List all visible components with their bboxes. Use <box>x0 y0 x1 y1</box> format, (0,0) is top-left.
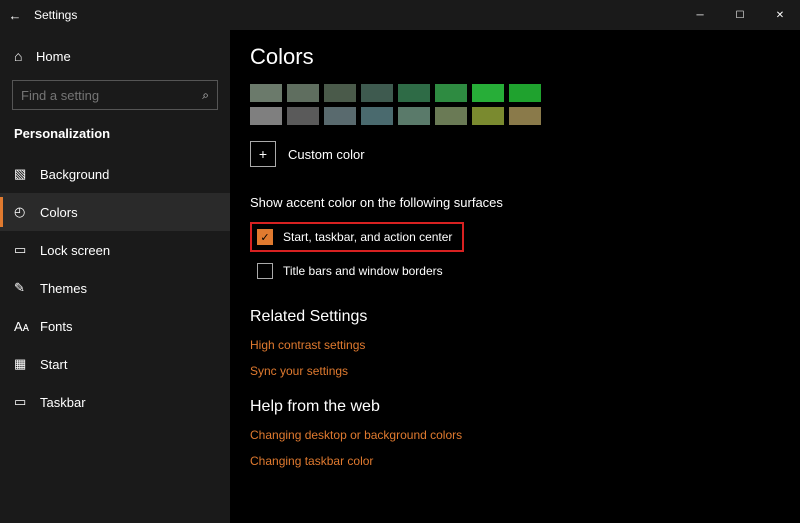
sidebar-item-label: Background <box>40 167 109 182</box>
search-icon: ⌕ <box>202 88 209 103</box>
color-swatch[interactable] <box>509 107 541 125</box>
sidebar-item-label: Colors <box>40 205 78 220</box>
close-button[interactable]: ✕ <box>760 0 800 30</box>
search-box[interactable]: ⌕ <box>12 80 218 110</box>
sidebar-item-themes[interactable]: ✎ Themes <box>0 269 230 307</box>
color-swatch[interactable] <box>472 84 504 102</box>
sidebar-item-taskbar[interactable]: ▭ Taskbar <box>0 383 230 421</box>
color-swatch-grid <box>250 84 800 125</box>
home-icon: ⌂ <box>14 48 36 64</box>
color-swatch[interactable] <box>398 84 430 102</box>
checkbox-label: Start, taskbar, and action center <box>283 230 452 244</box>
color-swatch[interactable] <box>250 107 282 125</box>
color-swatch[interactable] <box>287 84 319 102</box>
color-swatch[interactable] <box>361 84 393 102</box>
app-title: Settings <box>30 8 680 22</box>
color-swatch[interactable] <box>287 107 319 125</box>
maximize-button[interactable]: ☐ <box>720 0 760 30</box>
color-swatch[interactable] <box>324 107 356 125</box>
sidebar-item-label: Themes <box>40 281 87 296</box>
sidebar-item-colors[interactable]: ◴ Colors <box>0 193 230 231</box>
color-swatch[interactable] <box>435 84 467 102</box>
link-high-contrast[interactable]: High contrast settings <box>250 338 800 352</box>
link-help-taskbar-color[interactable]: Changing taskbar color <box>250 454 800 468</box>
home-label: Home <box>36 49 71 64</box>
annotation-highlight: ✓ Start, taskbar, and action center <box>250 222 464 252</box>
search-input[interactable] <box>21 88 202 103</box>
sidebar-item-start[interactable]: ▦ Start <box>0 345 230 383</box>
custom-color-label: Custom color <box>288 147 365 162</box>
sidebar-item-label: Fonts <box>40 319 73 334</box>
themes-icon: ✎ <box>14 280 40 296</box>
start-icon: ▦ <box>14 356 40 372</box>
link-sync-settings[interactable]: Sync your settings <box>250 364 800 378</box>
color-swatch[interactable] <box>324 84 356 102</box>
sidebar-item-fonts[interactable]: Aᴀ Fonts <box>0 307 230 345</box>
color-swatch[interactable] <box>509 84 541 102</box>
back-button[interactable]: ← <box>0 8 30 23</box>
category-header: Personalization <box>0 120 230 155</box>
help-heading: Help from the web <box>250 398 800 416</box>
sidebar: ⌂ Home ⌕ Personalization ▧ Background ◴ … <box>0 30 230 523</box>
color-swatch[interactable] <box>435 107 467 125</box>
custom-color-button[interactable]: + <box>250 141 276 167</box>
fonts-icon: Aᴀ <box>14 319 40 334</box>
sidebar-item-label: Start <box>40 357 67 372</box>
sidebar-item-label: Lock screen <box>40 243 110 258</box>
checkbox-label: Title bars and window borders <box>283 264 443 278</box>
lock-screen-icon: ▭ <box>14 242 40 258</box>
link-help-desktop-colors[interactable]: Changing desktop or background colors <box>250 428 800 442</box>
checkbox-title-bars[interactable] <box>257 263 273 279</box>
color-swatch[interactable] <box>250 84 282 102</box>
color-swatch[interactable] <box>398 107 430 125</box>
page-title: Colors <box>250 44 800 70</box>
sidebar-item-label: Taskbar <box>40 395 86 410</box>
related-settings-heading: Related Settings <box>250 308 800 326</box>
minimize-button[interactable]: ─ <box>680 0 720 30</box>
color-swatch[interactable] <box>361 107 393 125</box>
background-icon: ▧ <box>14 166 40 182</box>
surfaces-heading: Show accent color on the following surfa… <box>250 195 800 210</box>
taskbar-icon: ▭ <box>14 394 40 410</box>
title-bar: ← Settings ─ ☐ ✕ <box>0 0 800 30</box>
home-button[interactable]: ⌂ Home <box>0 38 230 74</box>
color-swatch[interactable] <box>472 107 504 125</box>
sidebar-item-background[interactable]: ▧ Background <box>0 155 230 193</box>
main-panel: Colors + Custom color Show accent color … <box>230 30 800 523</box>
checkbox-start-taskbar[interactable]: ✓ <box>257 229 273 245</box>
sidebar-item-lock-screen[interactable]: ▭ Lock screen <box>0 231 230 269</box>
colors-icon: ◴ <box>14 204 40 220</box>
